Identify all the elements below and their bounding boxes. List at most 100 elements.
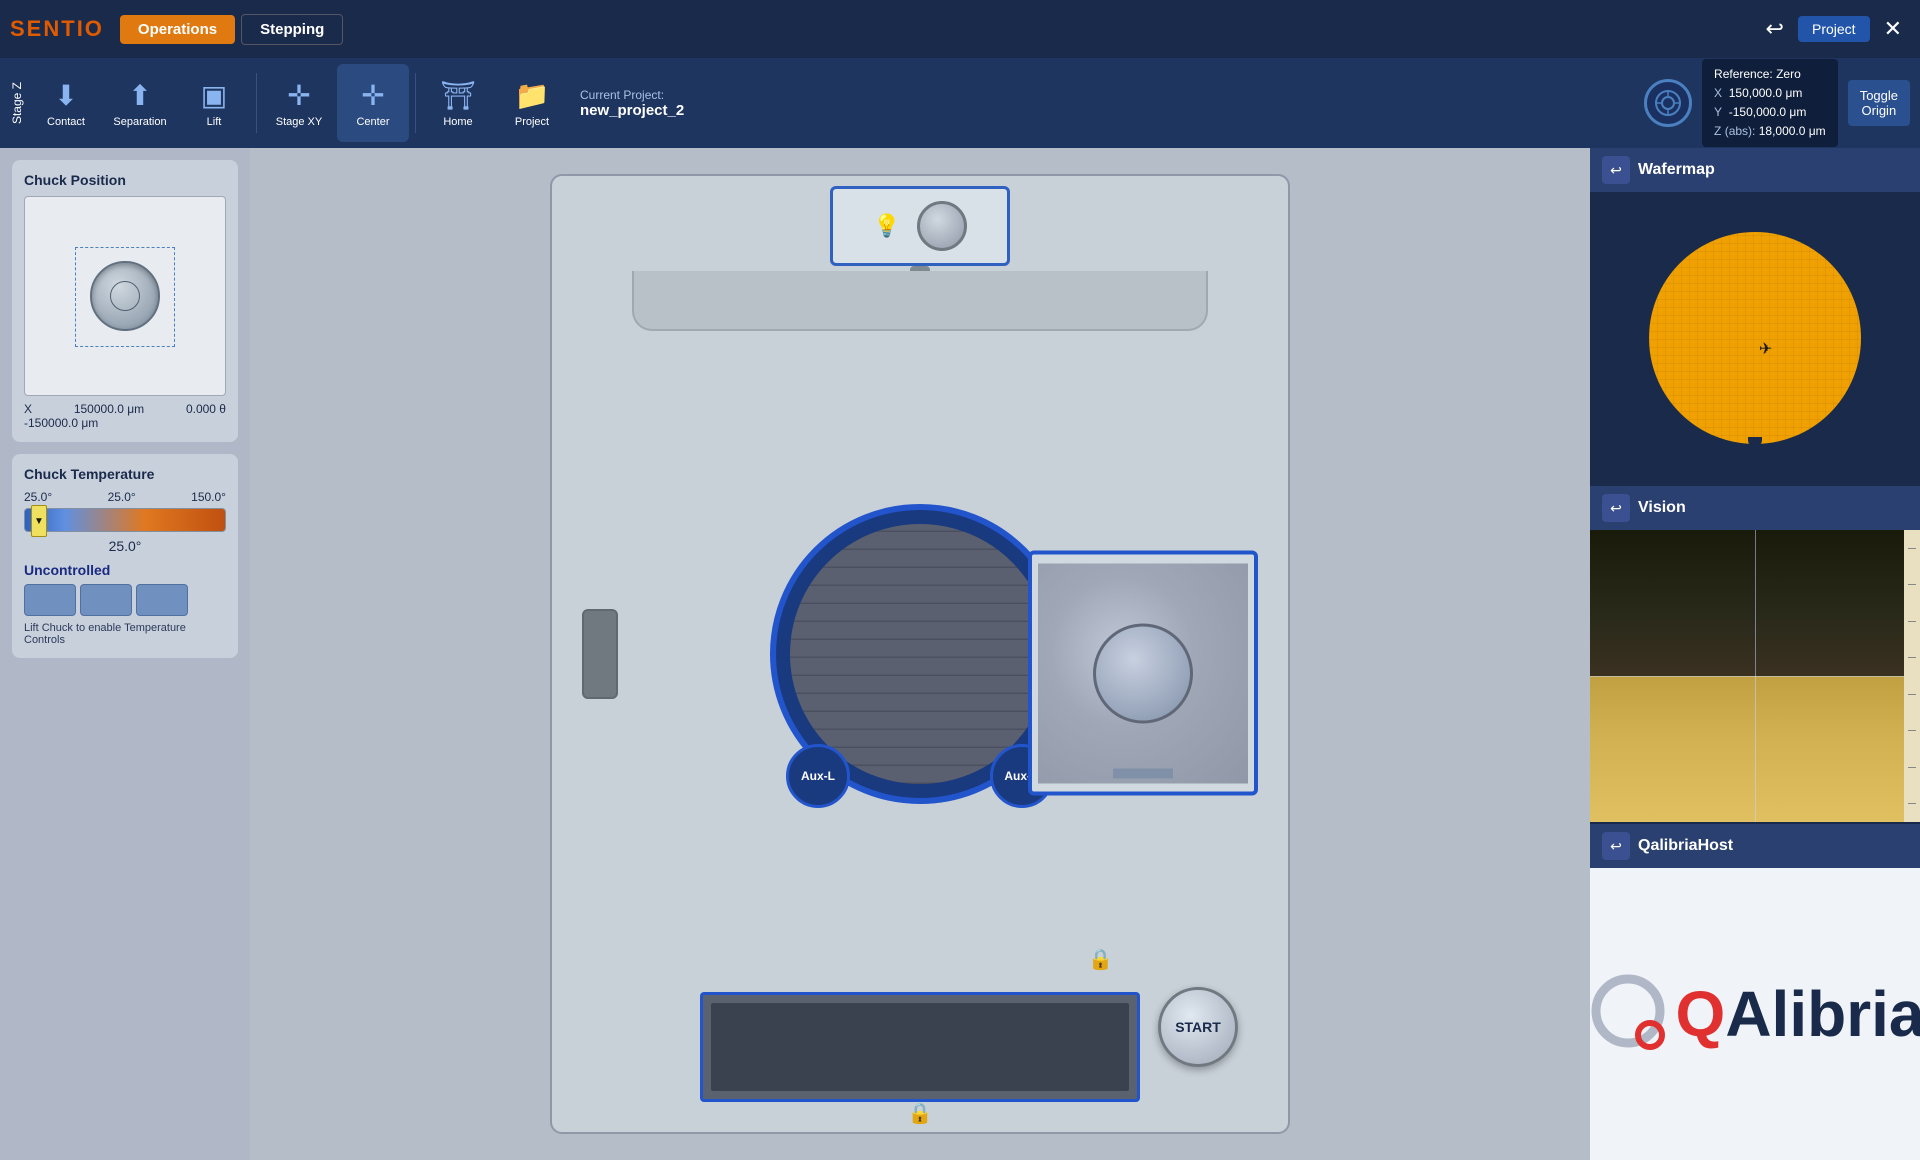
stepping-nav-btn[interactable]: Stepping: [241, 14, 343, 45]
home-icon: ⛩: [440, 79, 476, 112]
project-toolbar-btn[interactable]: 📁 Project: [496, 64, 568, 142]
toolbar-separator-1: [256, 73, 257, 133]
vision-title: Vision: [1638, 499, 1686, 517]
light-bulb-icon: 💡: [873, 213, 900, 239]
reference-box: Reference: Zero X 150,000.0 μm Y -150,00…: [1702, 59, 1838, 148]
qalibria-section: ↩ QalibriaHost QAlibria: [1590, 824, 1920, 1160]
vision-expand-btn[interactable]: ↩: [1602, 494, 1630, 522]
app-logo: SENTIO: [10, 16, 104, 42]
ruler-tick-5: [1908, 694, 1916, 695]
y-coord-label: Y: [1714, 105, 1722, 119]
x-coord-value: 150,000.0 μm: [1729, 86, 1803, 100]
lock-icon-2[interactable]: 🔒: [908, 1101, 933, 1126]
temp-block-2: [80, 584, 132, 616]
contact-label: Contact: [47, 116, 85, 128]
wafer-circle: ✈: [1645, 228, 1865, 448]
main-content: Chuck Position X 150000.0 μm 0.000 θ -15…: [0, 148, 1920, 1160]
ruler-tick-2: [1908, 584, 1916, 585]
camera-element: [1093, 623, 1193, 723]
toolbar-right: Reference: Zero X 150,000.0 μm Y -150,00…: [1644, 59, 1910, 148]
lift-btn[interactable]: ▣ Lift: [178, 64, 250, 142]
side-handle: [582, 609, 618, 699]
project-btn[interactable]: Project: [1798, 16, 1870, 42]
temp-max: 150.0°: [191, 490, 226, 504]
camera-view-box: [1028, 551, 1258, 796]
chuck-y-value: -150000.0 μm: [24, 416, 226, 430]
machine-top-groove: [632, 271, 1208, 331]
chuck-position-card: Chuck Position X 150000.0 μm 0.000 θ -15…: [12, 160, 238, 442]
qalibria-rest: Alibria: [1725, 978, 1920, 1050]
qalibria-text: QAlibria: [1676, 982, 1920, 1046]
chuck-position-display: [24, 196, 226, 396]
vision-crosshair-v: [1755, 530, 1756, 822]
lock-icon-1[interactable]: 🔒: [1088, 947, 1113, 972]
camera-stand: [1113, 768, 1173, 778]
aux-l-btn[interactable]: Aux-L: [786, 744, 850, 808]
lift-icon: ▣: [201, 79, 227, 112]
current-project-name: new_project_2: [580, 102, 684, 119]
separation-btn[interactable]: ⬆ Separation: [104, 64, 176, 142]
wafer-notch: [1748, 437, 1762, 447]
temp-current: 25.0°: [24, 538, 226, 554]
machine-frame: 💡 Aux-L Aux-R: [550, 174, 1290, 1134]
wafermap-title: Wafermap: [1638, 161, 1715, 179]
temp-color-blocks: [24, 584, 226, 616]
camera-inner: [1038, 563, 1248, 783]
ruler-tick-7: [1908, 767, 1916, 768]
temp-bar-marker: ▼: [31, 505, 47, 537]
target-icon: [1644, 79, 1692, 127]
chuck-temperature-card: Chuck Temperature 25.0° 25.0° 150.0° ▼ 2…: [12, 454, 238, 658]
z-abs-label: Z (abs):: [1714, 124, 1755, 138]
temp-min: 25.0°: [24, 490, 52, 504]
vision-ruler: [1904, 530, 1920, 822]
vision-header: ↩ Vision: [1590, 486, 1920, 530]
chuck-platform: Aux-L Aux-R: [770, 504, 1070, 804]
light-lens: [917, 201, 967, 251]
chuck-temperature-title: Chuck Temperature: [24, 466, 226, 482]
project-toolbar-label: Project: [515, 116, 549, 128]
stage-z-label: Stage Z: [10, 82, 24, 124]
wafermap-header: ↩ Wafermap: [1590, 148, 1920, 192]
ruler-tick-6: [1908, 730, 1916, 731]
wafermap-expand-btn[interactable]: ↩: [1602, 156, 1630, 184]
ruler-tick-1: [1908, 548, 1916, 549]
qalibria-logo: QAlibria: [1586, 969, 1920, 1059]
wafermap-section: ↩ Wafermap ✈: [1590, 148, 1920, 486]
wafer-marker: ✈: [1759, 339, 1772, 359]
temp-uncontrolled-label: Uncontrolled: [24, 562, 226, 578]
toggle-origin-btn[interactable]: ToggleOrigin: [1848, 80, 1910, 126]
vision-container: [1590, 530, 1920, 822]
qalibria-header: ↩ QalibriaHost: [1590, 824, 1920, 868]
wafermap-container: ✈: [1590, 192, 1920, 484]
toolbar: Stage Z ⬇ Contact ⬆ Separation ▣ Lift ✛ …: [0, 58, 1920, 148]
vision-content: [1590, 530, 1920, 822]
contact-icon: ⬇: [54, 79, 77, 112]
light-box: 💡: [830, 186, 1010, 266]
stage-xy-btn[interactable]: ✛ Stage XY: [263, 64, 335, 142]
qalibria-container: QAlibria: [1590, 868, 1920, 1160]
start-btn[interactable]: START: [1158, 987, 1238, 1067]
contact-btn[interactable]: ⬇ Contact: [30, 64, 102, 142]
temp-bar: ▼: [24, 508, 226, 532]
temp-block-1: [24, 584, 76, 616]
bottom-drawer: [700, 992, 1140, 1102]
close-btn[interactable]: ✕: [1876, 12, 1910, 46]
chuck-x-label: X: [24, 402, 32, 416]
separation-icon: ⬆: [128, 79, 151, 112]
back-btn[interactable]: ↩: [1758, 12, 1792, 46]
center-btn[interactable]: ✛ Center: [337, 64, 409, 142]
current-project-info: Current Project: new_project_2: [580, 88, 684, 119]
stage-xy-icon: ✛: [287, 79, 310, 112]
machine-view: 💡 Aux-L Aux-R: [250, 148, 1590, 1160]
separation-label: Separation: [113, 116, 166, 128]
temp-row: 25.0° 25.0° 150.0°: [24, 490, 226, 504]
operations-nav-btn[interactable]: Operations: [120, 15, 235, 44]
qalibria-q-letter: Q: [1676, 978, 1726, 1050]
chuck-position-title: Chuck Position: [24, 172, 226, 188]
stage-xy-label: Stage XY: [276, 116, 322, 128]
home-btn[interactable]: ⛩ Home: [422, 64, 494, 142]
chuck-theta-value: 0.000 θ: [186, 402, 226, 416]
qalibria-expand-btn[interactable]: ↩: [1602, 832, 1630, 860]
chuck-wafer-ring: Aux-L Aux-R: [770, 504, 1070, 804]
temp-block-3: [136, 584, 188, 616]
